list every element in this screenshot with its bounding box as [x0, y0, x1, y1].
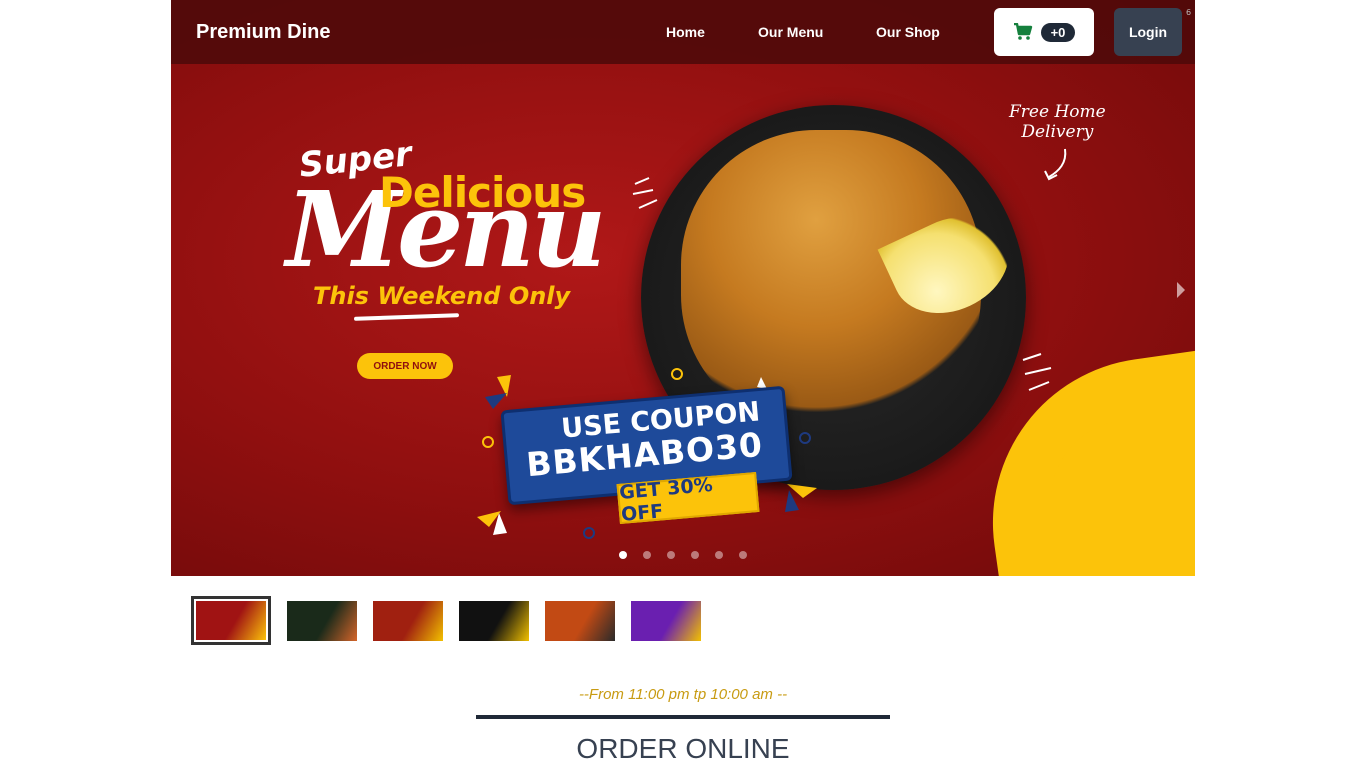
carousel-thumbnail-2[interactable] [287, 600, 357, 641]
top-navbar: Premium Dine Home Our Menu Our Shop +0 L… [171, 0, 1195, 64]
thumbnail-image [631, 600, 701, 641]
hero-yellow-blob-inner [1051, 420, 1195, 576]
hero-title-delicious: Delicious [379, 168, 586, 217]
carousel-dot[interactable] [715, 551, 723, 559]
carousel-dot[interactable] [619, 551, 627, 559]
cart-icon [1013, 23, 1032, 40]
confetti-ring [583, 527, 595, 539]
carousel-thumbnail-4[interactable] [459, 600, 529, 641]
free-delivery-note: Free Home Delivery [1009, 102, 1106, 190]
carousel-thumbnail-3[interactable] [373, 600, 443, 641]
section-divider [476, 715, 890, 719]
nav-link-our-shop[interactable]: Our Shop [876, 24, 940, 40]
carousel-thumbnail-1[interactable] [191, 596, 271, 645]
carousel-next-chevron-right-icon[interactable] [1177, 282, 1185, 298]
carousel-dot[interactable] [643, 551, 651, 559]
login-button[interactable]: Login [1114, 8, 1182, 56]
cart-count-badge: +0 [1040, 22, 1076, 42]
free-delivery-line2: Delivery [1021, 122, 1094, 143]
thumbnail-image [459, 600, 529, 641]
hero-underline [353, 313, 460, 321]
carousel-dot[interactable] [739, 551, 747, 559]
thumbnail-image [373, 600, 443, 641]
sparkle-doodle-icon [632, 177, 658, 209]
nav-link-home[interactable]: Home [666, 24, 705, 40]
nav-link-our-menu[interactable]: Our Menu [758, 24, 823, 40]
cart-button[interactable]: +0 [994, 8, 1094, 56]
carousel-thumbnail-6[interactable] [631, 600, 701, 641]
carousel-thumbnails [191, 596, 701, 645]
confetti-ring [482, 436, 494, 448]
free-delivery-line1: Free Home [1009, 102, 1106, 122]
carousel-dot[interactable] [667, 551, 675, 559]
carousel-dot[interactable] [691, 551, 699, 559]
thumbnail-image [545, 600, 615, 641]
thumbnail-image [196, 601, 266, 640]
confetti-ring [799, 432, 811, 444]
section-heading-order-online: ORDER ONLINE [576, 733, 790, 764]
order-now-button[interactable]: ORDER NOW [357, 353, 453, 379]
curved-arrow-icon [1044, 148, 1067, 181]
carousel-indicators [619, 551, 747, 559]
brand-logo-text[interactable]: Premium Dine [196, 21, 330, 44]
thumbnail-image [287, 600, 357, 641]
opening-hours: --From 11:00 pm tp 10:00 am -- [578, 686, 788, 703]
carousel-thumbnail-5[interactable] [545, 600, 615, 641]
corner-mark: 6 [1186, 8, 1192, 17]
sparkle-doodle-icon [1022, 353, 1052, 391]
hero-carousel: Super Menu Delicious This Weekend Only O… [171, 0, 1195, 576]
confetti-ring [671, 368, 683, 380]
hero-title-weekend: This Weekend Only [313, 282, 571, 310]
